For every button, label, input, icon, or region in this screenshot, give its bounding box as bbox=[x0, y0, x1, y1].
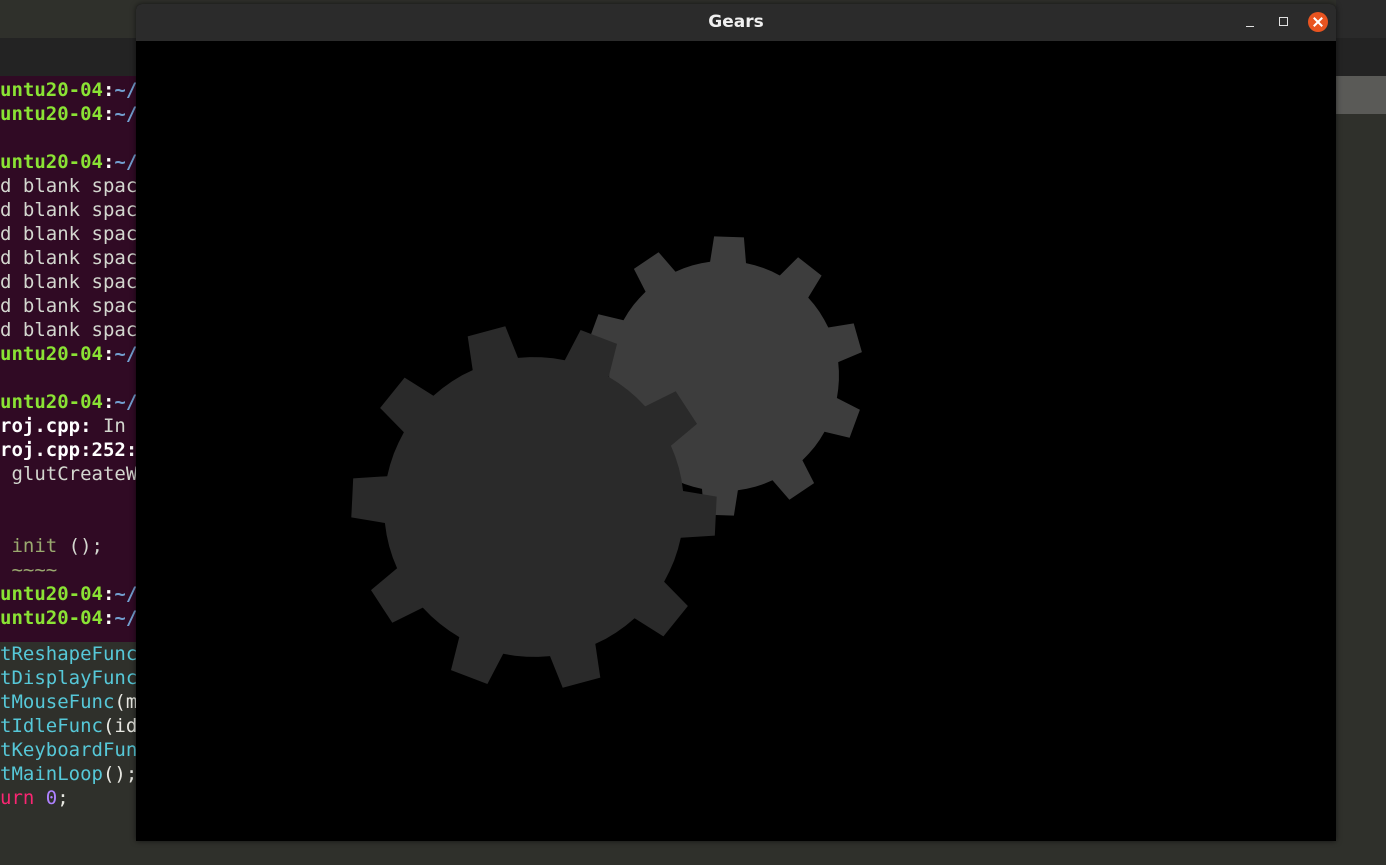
terminal-tab-bar bbox=[0, 38, 137, 76]
prompt-sep: : bbox=[102, 103, 115, 125]
terminal-line: roj.cpp: In bbox=[0, 414, 126, 438]
background-window-header bbox=[1336, 0, 1386, 38]
terminal-line: d blank spac bbox=[0, 223, 137, 245]
background-selected-tab[interactable] bbox=[1336, 76, 1386, 114]
prompt-host: untu20-04 bbox=[0, 151, 103, 173]
terminal-line: d blank spac bbox=[0, 247, 137, 269]
compiler-highlight: init bbox=[0, 535, 58, 557]
prompt-host: untu20-04 bbox=[0, 343, 103, 365]
title-bar[interactable]: Gears bbox=[136, 4, 1336, 42]
gears-scene bbox=[351, 236, 862, 688]
function-name: tMainLoop bbox=[0, 763, 103, 785]
gl-canvas[interactable] bbox=[136, 41, 1336, 841]
code-line: tIdleFunc(id bbox=[0, 714, 137, 738]
close-icon[interactable] bbox=[1308, 12, 1328, 32]
function-name: tMouseFunc bbox=[0, 691, 115, 713]
code-text: ; bbox=[57, 787, 69, 809]
terminal-line: untu20-04:~/ bbox=[0, 606, 137, 630]
minimize-icon[interactable] bbox=[1240, 12, 1260, 32]
terminal-window[interactable]: untu20-04:~/untu20-04:~/untu20-04:~/d bl… bbox=[0, 76, 137, 642]
terminal-line: d blank spac bbox=[0, 175, 137, 197]
terminal-line: d blank spac bbox=[0, 199, 137, 221]
function-name: tReshapeFunc bbox=[0, 643, 137, 665]
prompt-path: ~/ bbox=[114, 79, 137, 101]
terminal-line: d blank spac bbox=[0, 295, 137, 317]
prompt-path: ~/ bbox=[114, 343, 137, 365]
compiler-location: roj.cpp: bbox=[0, 415, 92, 437]
terminal-line: untu20-04:~/ bbox=[0, 582, 137, 606]
terminal-line: untu20-04:~/ bbox=[0, 78, 137, 102]
terminal-line: untu20-04:~/ bbox=[0, 150, 137, 174]
prompt-sep: : bbox=[102, 343, 115, 365]
code-line: tMainLoop(); bbox=[0, 762, 137, 786]
function-name: tIdleFunc bbox=[0, 715, 103, 737]
terminal-line: d blank spac bbox=[0, 319, 137, 341]
prompt-sep: : bbox=[102, 391, 115, 413]
code-line: urn 0; bbox=[0, 786, 69, 810]
window-title: Gears bbox=[708, 12, 764, 32]
maximize-icon[interactable] bbox=[1274, 12, 1294, 32]
keyword: urn bbox=[0, 787, 46, 809]
prompt-host: untu20-04 bbox=[0, 391, 103, 413]
terminal-line: ~~~~ bbox=[0, 558, 57, 582]
code-text: (m bbox=[114, 691, 137, 713]
function-name: tKeyboardFun bbox=[0, 739, 137, 761]
code-line: tKeyboardFun bbox=[0, 738, 137, 762]
prompt-path: ~/ bbox=[114, 151, 137, 173]
prompt-sep: : bbox=[102, 79, 115, 101]
prompt-path: ~/ bbox=[114, 607, 137, 629]
code-line: tDisplayFunc bbox=[0, 666, 137, 690]
compiler-code: (); bbox=[57, 535, 103, 557]
terminal-line: init (); bbox=[0, 534, 103, 558]
prompt-host: untu20-04 bbox=[0, 79, 103, 101]
code-text: (); bbox=[102, 763, 137, 785]
terminal-line: untu20-04:~/ bbox=[0, 342, 137, 366]
code-line: tMouseFunc(m bbox=[0, 690, 137, 714]
terminal-line: untu20-04:~/ bbox=[0, 390, 137, 414]
terminal-line: glutCreateW bbox=[0, 463, 137, 485]
prompt-sep: : bbox=[102, 583, 115, 605]
code-editor[interactable]: tReshapeFunc tDisplayFunc tMouseFunc(m tIdl… bbox=[0, 642, 137, 865]
prompt-path: ~/ bbox=[114, 583, 137, 605]
prompt-path: ~/ bbox=[114, 103, 137, 125]
terminal-line: d blank spac bbox=[0, 271, 137, 293]
terminal-line: untu20-04:~/ bbox=[0, 102, 137, 126]
compiler-highlight: ~~~~ bbox=[0, 559, 58, 581]
code-line: tReshapeFunc bbox=[0, 642, 137, 666]
prompt-host: untu20-04 bbox=[0, 103, 103, 125]
compiler-location: roj.cpp:252: bbox=[0, 439, 137, 461]
function-name: tDisplayFunc bbox=[0, 667, 137, 689]
background-tab-bar bbox=[1336, 38, 1386, 76]
code-text: (id bbox=[102, 715, 137, 737]
terminal-line: roj.cpp:252: bbox=[0, 438, 137, 462]
prompt-host: untu20-04 bbox=[0, 583, 103, 605]
prompt-host: untu20-04 bbox=[0, 607, 103, 629]
prompt-sep: : bbox=[102, 151, 115, 173]
number-literal: 0 bbox=[45, 787, 58, 809]
prompt-path: ~/ bbox=[114, 391, 137, 413]
prompt-sep: : bbox=[102, 607, 115, 629]
compiler-message: In bbox=[91, 415, 126, 437]
gears-window: Gears bbox=[136, 4, 1336, 841]
